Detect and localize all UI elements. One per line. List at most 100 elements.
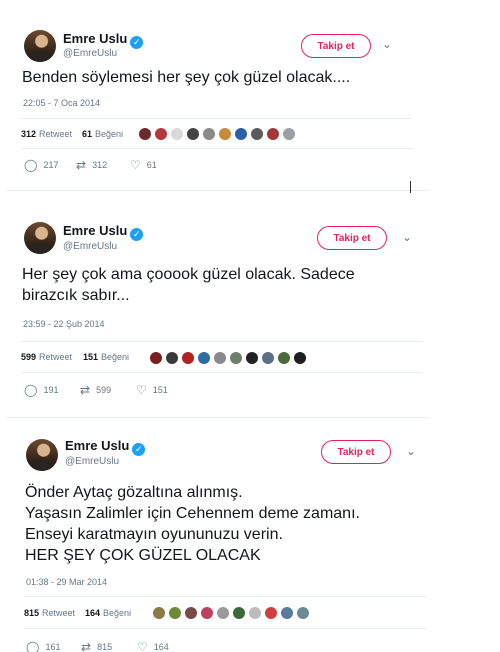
heart-icon: ♡ xyxy=(137,640,148,652)
user-handle[interactable]: @EmreUslu xyxy=(65,456,119,467)
liker-avatar[interactable] xyxy=(202,127,216,141)
avatar[interactable] xyxy=(26,439,58,471)
like-action[interactable]: ♡ 164 xyxy=(137,640,169,652)
heart-icon: ♡ xyxy=(130,158,141,172)
liker-avatars xyxy=(152,606,310,620)
retweet-action-count: 599 xyxy=(96,385,112,395)
follow-button[interactable]: Takip et xyxy=(317,226,387,250)
reply-action[interactable]: ◯ 217 xyxy=(24,158,58,172)
liker-avatar[interactable] xyxy=(293,351,307,365)
liker-avatar[interactable] xyxy=(277,351,291,365)
liker-avatar[interactable] xyxy=(248,606,262,620)
liker-avatar[interactable] xyxy=(296,606,310,620)
liker-avatar[interactable] xyxy=(250,127,264,141)
retweet-stat[interactable]: 312 Retweet xyxy=(21,129,72,139)
user-name[interactable]: Emre Uslu ✓ xyxy=(63,31,144,49)
user-name-text[interactable]: Emre Uslu xyxy=(63,31,127,46)
liker-avatar[interactable] xyxy=(261,351,275,365)
retweet-stat[interactable]: 599 Retweet xyxy=(21,352,72,362)
like-count: 164 xyxy=(85,608,101,618)
tweet-text: Her şey çok ama çooook güzel olacak. Sad… xyxy=(22,264,355,306)
chevron-down-icon[interactable]: ⌄ xyxy=(406,444,416,458)
like-label: Beğeni xyxy=(101,352,130,362)
retweet-action[interactable]: ⇄ 312 xyxy=(76,158,107,172)
retweet-action-count: 312 xyxy=(92,160,108,170)
liker-avatar[interactable] xyxy=(264,606,278,620)
retweet-label: Retweet xyxy=(42,608,76,618)
liker-avatar[interactable] xyxy=(152,606,166,620)
liker-avatar[interactable] xyxy=(234,127,248,141)
retweet-action[interactable]: ⇄ 599 xyxy=(80,383,111,397)
chevron-down-icon[interactable]: ⌄ xyxy=(382,37,392,51)
liker-avatar[interactable] xyxy=(186,127,200,141)
verified-badge-icon: ✓ xyxy=(130,228,144,241)
liker-avatar[interactable] xyxy=(232,606,246,620)
follow-button[interactable]: Takip et xyxy=(321,440,391,464)
liker-avatar[interactable] xyxy=(266,127,280,141)
liker-avatar[interactable] xyxy=(218,127,232,141)
liker-avatar[interactable] xyxy=(170,127,184,141)
liker-avatars xyxy=(138,127,296,141)
timestamp[interactable]: 23:59 - 22 Şub 2014 xyxy=(23,319,105,329)
user-name[interactable]: Emre Uslu ✓ xyxy=(65,438,146,456)
user-name-text[interactable]: Emre Uslu xyxy=(65,438,129,453)
like-action[interactable]: ♡ 61 xyxy=(130,158,157,172)
user-name-text[interactable]: Emre Uslu xyxy=(63,223,127,238)
reply-action[interactable]: ◯ 191 xyxy=(24,383,58,397)
tweet-card: Emre Uslu ✓ @EmreUslu Takip et ⌄ Her şey … xyxy=(0,205,500,413)
reply-icon: ◯ xyxy=(24,383,38,397)
user-name[interactable]: Emre Uslu ✓ xyxy=(63,223,144,241)
user-handle[interactable]: @EmreUslu xyxy=(63,48,117,59)
tweet-text-line: Yaşasın Zalimler için Cehennem deme zama… xyxy=(25,505,360,522)
retweet-count: 815 xyxy=(24,608,40,618)
liker-avatar[interactable] xyxy=(245,351,259,365)
stats-bar: 815 Retweet 164 Beğeni xyxy=(24,596,427,629)
avatar[interactable] xyxy=(24,30,56,62)
liker-avatar[interactable] xyxy=(165,351,179,365)
like-action[interactable]: ♡ 151 xyxy=(136,383,168,397)
liker-avatar[interactable] xyxy=(181,351,195,365)
liker-avatar[interactable] xyxy=(213,351,227,365)
liker-avatar[interactable] xyxy=(197,351,211,365)
tweet-text-line: Her şey çok ama çooook güzel olacak. Sad… xyxy=(22,266,355,283)
reply-count: 191 xyxy=(43,385,59,395)
liker-avatar[interactable] xyxy=(282,127,296,141)
timestamp[interactable]: 01:38 - 29 Mar 2014 xyxy=(26,577,107,587)
liker-avatar[interactable] xyxy=(184,606,198,620)
reply-count: 217 xyxy=(43,160,59,170)
liker-avatar[interactable] xyxy=(168,606,182,620)
tweet-text: Benden söylemesi her şey çok güzel olaca… xyxy=(22,67,350,88)
tweet-card: Emre Uslu ✓ @EmreUslu Takip et ⌄ Önder Ay… xyxy=(0,420,500,652)
liker-avatar[interactable] xyxy=(149,351,163,365)
liker-avatar[interactable] xyxy=(200,606,214,620)
liker-avatar[interactable] xyxy=(138,127,152,141)
reply-icon: ◯ xyxy=(24,158,38,172)
like-stat[interactable]: 61 Beğeni xyxy=(82,129,123,139)
like-count: 151 xyxy=(83,352,99,362)
retweet-icon: ⇄ xyxy=(80,383,91,397)
liker-avatar[interactable] xyxy=(280,606,294,620)
like-stat[interactable]: 151 Beğeni xyxy=(83,352,129,362)
avatar[interactable] xyxy=(24,222,56,254)
like-label: Beğeni xyxy=(103,608,132,618)
user-handle[interactable]: @EmreUslu xyxy=(63,241,117,252)
action-bar: ◯ 191 ⇄ 599 ♡ 151 xyxy=(0,383,500,399)
liker-avatar[interactable] xyxy=(229,351,243,365)
retweet-icon: ⇄ xyxy=(81,640,92,652)
reply-icon: ◯ xyxy=(26,640,40,652)
follow-button[interactable]: Takip et xyxy=(301,34,371,58)
timestamp[interactable]: 22:05 - 7 Oca 2014 xyxy=(23,98,100,108)
retweet-action[interactable]: ⇄ 815 xyxy=(81,640,112,652)
like-count: 61 xyxy=(82,129,93,139)
retweet-stat[interactable]: 815 Retweet xyxy=(24,608,75,618)
liker-avatar[interactable] xyxy=(154,127,168,141)
reply-action[interactable]: ◯ 161 xyxy=(26,640,60,652)
liker-avatar[interactable] xyxy=(216,606,230,620)
tweet-text-line: Önder Aytaç gözaltına alınmış. xyxy=(25,484,243,501)
retweet-count: 599 xyxy=(21,352,37,362)
verified-badge-icon: ✓ xyxy=(132,443,146,456)
liker-avatars xyxy=(149,351,307,365)
chevron-down-icon[interactable]: ⌄ xyxy=(402,230,412,244)
tweet-text-line: Enseyi karatmayın oyununuzu verin. xyxy=(25,526,283,543)
like-stat[interactable]: 164 Beğeni xyxy=(85,608,131,618)
